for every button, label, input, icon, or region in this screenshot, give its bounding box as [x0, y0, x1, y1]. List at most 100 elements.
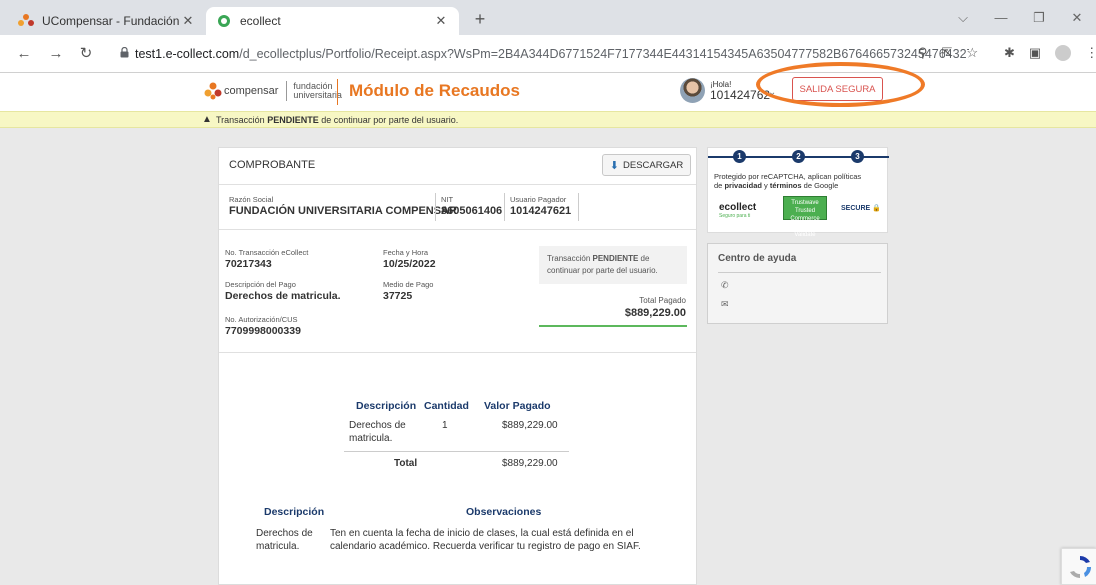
- url-host: test1.e-collect.com: [135, 47, 240, 61]
- razon-social-value: FUNDACIÓN UNIVERSITARIA COMPENSAR: [229, 205, 457, 217]
- nit-label: NIT: [441, 195, 454, 204]
- fecha-value: 10/25/2022: [383, 258, 436, 270]
- back-icon[interactable]: ←: [14, 44, 34, 64]
- secure-badge[interactable]: SECURE 🔒: [841, 204, 881, 212]
- items-total-value: $889,229.00: [502, 458, 558, 469]
- tx-value: 70217343: [225, 258, 272, 270]
- browser-toolbar: ← → ↻ test1.e-collect.com/d_ecollectplus…: [0, 35, 1096, 73]
- step-1: 1: [733, 150, 746, 163]
- medio-label: Medio de Pago: [383, 280, 434, 289]
- browser-extensions: ✱ ▣ ⋮: [1004, 45, 1096, 64]
- razon-social-label: Razón Social: [229, 195, 274, 204]
- col-descripcion: Descripción: [356, 400, 417, 412]
- bookmark-star-icon[interactable]: ☆: [966, 45, 978, 61]
- terms-link[interactable]: términos: [770, 181, 802, 190]
- desc-value: Derechos de matricula.: [225, 290, 341, 302]
- nit-value: 8605061406: [441, 205, 503, 217]
- pending-notice-bar: ▲ Transacción PENDIENTE de continuar por…: [0, 111, 1096, 128]
- usuario-label: Usuario Pagador: [510, 195, 567, 204]
- user-id[interactable]: 101424762: [710, 88, 770, 102]
- transaction-details: No. Transacción eCollect 70217343 Fecha …: [219, 240, 696, 353]
- obs-col-observaciones: Observaciones: [466, 506, 542, 518]
- status-box: Transacción PENDIENTE de continuar por p…: [539, 246, 687, 284]
- download-icon: ⬇: [609, 159, 620, 172]
- url-path: /d_ecollectplus/Portfolio/Receipt.aspx?W…: [239, 47, 969, 61]
- recaptcha-badge-icon[interactable]: [1061, 548, 1096, 585]
- side-panel-icon[interactable]: ▣: [1029, 45, 1041, 64]
- medio-value: 37725: [383, 290, 413, 302]
- progress-stepper: 1 2 3 Protegido por reCAPTCHA, aplican p…: [707, 147, 889, 238]
- brand-name: compensar: [224, 85, 279, 97]
- receipt-panel: COMPROBANTE ⬇ DESCARGAR Razón Social FUN…: [218, 147, 697, 585]
- trustwave-badge[interactable]: Trustwave Trusted Commerce Click to Valida…: [783, 196, 827, 238]
- user-avatar[interactable]: [680, 78, 705, 103]
- zoom-icon[interactable]: ⚲: [918, 45, 928, 61]
- recaptcha-notice: Protegido por reCAPTCHA, aplican polític…: [714, 172, 862, 190]
- warning-icon: ▲: [202, 114, 212, 125]
- module-title: Módulo de Recaudos: [349, 81, 520, 100]
- security-badges: ecollect Seguro para ti Trustwave Trusted …: [716, 196, 882, 238]
- items-total-label: Total: [394, 458, 418, 469]
- address-bar[interactable]: test1.e-collect.com/d_ecollectplus/Portf…: [112, 40, 969, 68]
- fecha-label: Fecha y Hora: [383, 248, 429, 257]
- auth-label: No. Autorización/CUS: [225, 315, 298, 324]
- envelope-icon[interactable]: ✉: [721, 299, 729, 310]
- item-desc: Derechos de matricula.: [349, 420, 406, 444]
- compensar-favicon-icon: [18, 13, 34, 29]
- tab-ucompensar[interactable]: UCompensar - Fundación Univers ✕: [8, 7, 206, 35]
- reload-icon[interactable]: ↻: [76, 44, 96, 64]
- help-title: Centro de ayuda: [718, 253, 797, 264]
- total-label: Total Pagado: [639, 296, 686, 305]
- compensar-logo-icon: [204, 82, 222, 100]
- chevron-down-icon[interactable]: ⌄: [768, 87, 776, 98]
- notice-text: Transacción PENDIENTE de continuar por p…: [216, 115, 459, 125]
- total-value: $889,229.00: [624, 307, 686, 319]
- tab-search-icon[interactable]: ⌵: [944, 0, 982, 35]
- close-window-icon[interactable]: ✕: [1058, 0, 1096, 35]
- new-tab-button[interactable]: +: [470, 9, 490, 30]
- lock-icon: [120, 46, 129, 61]
- browser-tab-bar: UCompensar - Fundación Univers ✕ ecollec…: [0, 0, 1096, 35]
- extensions-puzzle-icon[interactable]: ✱: [1004, 45, 1015, 64]
- close-tab-icon[interactable]: ✕: [433, 13, 449, 29]
- ecollect-badge[interactable]: ecollect Seguro para ti: [719, 202, 756, 219]
- browser-menu-icon[interactable]: ⋮: [1085, 45, 1096, 64]
- tab-ecollect[interactable]: ecollect ✕: [206, 7, 459, 35]
- download-button[interactable]: ⬇ DESCARGAR: [602, 154, 691, 176]
- phone-icon[interactable]: ✆: [721, 280, 729, 291]
- compensar-logo[interactable]: compensar fundación universitaria: [204, 81, 342, 101]
- omnibox-actions: ⚲ ⇱ ☆: [918, 45, 978, 61]
- step-3: 3: [851, 150, 864, 163]
- close-tab-icon[interactable]: ✕: [180, 13, 196, 29]
- receipt-title: COMPROBANTE: [229, 159, 316, 171]
- site-header: compensar fundación universitaria Módulo …: [0, 73, 1096, 111]
- padlock-icon: 🔒: [872, 205, 881, 212]
- auth-value: 7709998000339: [225, 325, 301, 337]
- help-center: Centro de ayuda ✆ ✉: [707, 243, 888, 324]
- item-value: $889,229.00: [502, 420, 558, 431]
- ecollect-favicon-icon: [216, 13, 232, 29]
- col-valor: Valor Pagado: [484, 400, 551, 412]
- restore-icon[interactable]: ❐: [1020, 0, 1058, 35]
- window-controls: ⌵ — ❐ ✕: [944, 0, 1096, 35]
- payer-info: Razón Social FUNDACIÓN UNIVERSITARIA COM…: [219, 185, 696, 230]
- desc-label: Descripción del Pago: [225, 280, 296, 289]
- brand-subtitle: fundación universitaria: [293, 81, 342, 100]
- receipt-header: COMPROBANTE ⬇ DESCARGAR: [219, 148, 696, 185]
- forward-icon[interactable]: →: [46, 44, 66, 64]
- profile-avatar-icon[interactable]: [1055, 45, 1072, 64]
- obs-desc: Derechos de matricula.: [256, 528, 313, 552]
- minimize-icon[interactable]: —: [982, 0, 1020, 35]
- obs-text: Ten en cuenta la fecha de inicio de clas…: [330, 528, 641, 552]
- tab-title: UCompensar - Fundación Univers: [42, 14, 180, 28]
- privacy-link[interactable]: privacidad: [724, 181, 762, 190]
- logout-button[interactable]: SALIDA SEGURA: [792, 77, 883, 101]
- item-qty: 1: [442, 420, 448, 431]
- tab-title: ecollect: [240, 14, 281, 28]
- usuario-value: 1014247621: [510, 205, 572, 217]
- col-cantidad: Cantidad: [424, 400, 469, 412]
- obs-col-descripcion: Descripción: [264, 506, 325, 518]
- share-icon[interactable]: ⇱: [942, 45, 953, 61]
- step-2: 2: [792, 150, 805, 163]
- tx-label: No. Transacción eCollect: [225, 248, 309, 257]
